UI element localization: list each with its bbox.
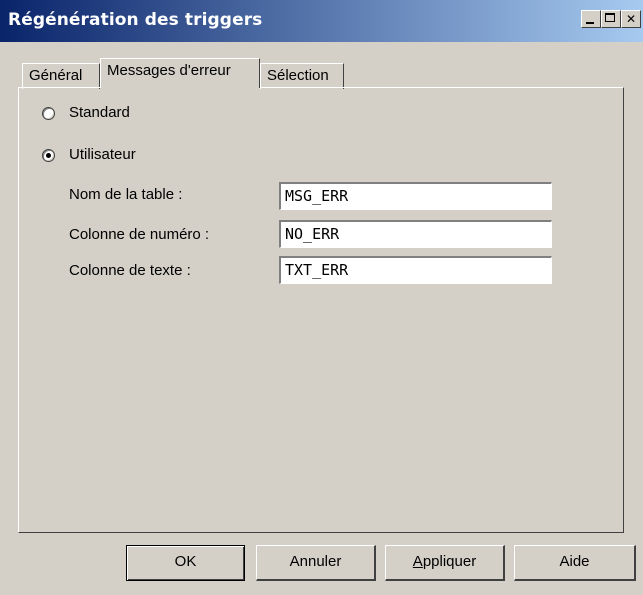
close-icon: ✕ — [625, 12, 637, 26]
ok-button[interactable]: OK — [126, 545, 245, 581]
tab-error-messages[interactable]: Messages d'erreur — [100, 58, 260, 88]
maximize-button[interactable] — [601, 10, 621, 28]
user-radio-label[interactable]: Utilisateur — [69, 146, 136, 163]
tab-general[interactable]: Général — [22, 63, 100, 89]
number-column-label: Colonne de numéro : — [69, 226, 210, 243]
tab-general-label: Général — [29, 67, 83, 84]
apply-button[interactable]: Appliquer — [385, 545, 505, 581]
apply-accelerator: A — [412, 553, 423, 570]
tab-selection[interactable]: Sélection — [260, 63, 344, 89]
window-title: Régénération des triggers — [8, 10, 263, 30]
help-button[interactable]: Aide — [514, 545, 636, 581]
dialog-window: Régénération des triggers ✕ Général Mess… — [0, 0, 643, 595]
tab-selection-label: Sélection — [267, 67, 329, 84]
standard-radio[interactable] — [42, 107, 55, 120]
maximize-icon — [605, 13, 615, 22]
standard-radio-label[interactable]: Standard — [69, 104, 130, 121]
number-column-input[interactable]: NO_ERR — [279, 220, 552, 248]
text-column-input[interactable]: TXT_ERR — [279, 256, 552, 284]
apply-label: ppliquer — [422, 553, 477, 570]
close-button[interactable]: ✕ — [621, 10, 641, 28]
user-radio[interactable] — [42, 149, 55, 162]
table-name-label: Nom de la table : — [69, 186, 183, 203]
minimize-button[interactable] — [581, 10, 601, 28]
text-column-label: Colonne de texte : — [69, 262, 191, 279]
table-name-input[interactable]: MSG_ERR — [279, 182, 552, 210]
cancel-button[interactable]: Annuler — [256, 545, 376, 581]
minimize-icon — [586, 22, 594, 24]
title-bar[interactable]: Régénération des triggers ✕ — [0, 0, 643, 42]
radio-selected-dot — [46, 153, 51, 158]
tab-error-messages-label: Messages d'erreur — [107, 62, 231, 79]
